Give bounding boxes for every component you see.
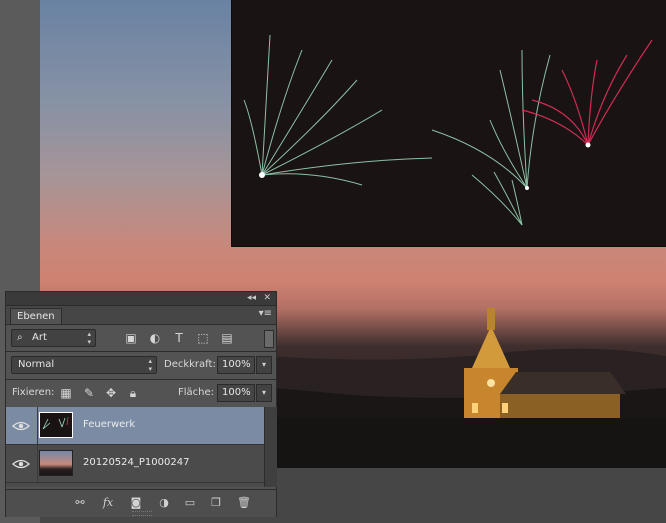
link-icon[interactable]: ⚯ xyxy=(72,496,88,510)
fill-label: Fläche: xyxy=(178,387,215,398)
layer-list-scrollbar[interactable] xyxy=(264,407,277,487)
search-icon: ⌕ xyxy=(17,332,23,343)
layer-row-feuerwerk[interactable]: Feuerwerk xyxy=(6,407,264,445)
new-layer-icon[interactable]: ❐ xyxy=(208,496,224,510)
layer-row-background-photo[interactable]: 20120524_P1000247 xyxy=(6,445,264,483)
lock-brush-icon[interactable]: ✎ xyxy=(82,386,96,400)
filter-toggle-switch[interactable] xyxy=(264,330,274,348)
opacity-label: Deckkraft: xyxy=(164,359,216,370)
filter-kind-label: Art xyxy=(32,332,47,343)
layer-name: Feuerwerk xyxy=(83,419,136,430)
collapse-panel-icon[interactable]: ◂◂ xyxy=(247,292,256,305)
smart-object-filter-icon[interactable]: ▤ xyxy=(220,331,234,345)
layers-bottom-toolbar: ⚯ fx ◙ ◑ ▭ ❐ 🗑︎ xyxy=(6,489,276,517)
panel-titlebar[interactable]: ◂◂ ✕ xyxy=(6,292,276,306)
blend-mode-dropdown[interactable]: Normal ▴ ▾ xyxy=(11,356,157,374)
layer-name: 20120524_P1000247 xyxy=(83,457,190,468)
opacity-input[interactable]: 100% xyxy=(217,356,255,374)
resize-grip[interactable] xyxy=(132,511,152,516)
layer-list: Feuerwerk 20120524_P1000247 xyxy=(6,407,264,487)
panel-menu-icon[interactable]: ▾≡ xyxy=(259,308,272,319)
lock-row: Fixieren: ▦ ✎ ✥ 🔒︎ Fläche: 100% ▾ xyxy=(6,380,276,406)
shape-filter-icon[interactable]: ⬚ xyxy=(196,331,210,345)
filter-kind-dropdown[interactable]: ⌕ Art ▴ ▾ xyxy=(11,329,96,347)
eye-icon[interactable] xyxy=(12,457,30,471)
layers-panel: ◂◂ ✕ Ebenen ▾≡ ⌕ Art ▴ ▾ ▣ ◐ T ⬚ ▤ Normal… xyxy=(5,291,277,517)
eye-icon[interactable] xyxy=(12,419,30,433)
fill-input[interactable]: 100% xyxy=(217,384,255,402)
fill-slider-toggle[interactable]: ▾ xyxy=(256,384,272,402)
lock-transparent-icon[interactable]: ▦ xyxy=(59,386,73,400)
blend-row: Normal ▴ ▾ Deckkraft: 100% ▾ xyxy=(6,352,276,378)
layer-thumbnail xyxy=(39,412,73,438)
panel-tabbar: Ebenen ▾≡ xyxy=(6,306,276,325)
dropdown-arrows-icon: ▴ ▾ xyxy=(148,357,152,373)
opacity-slider-toggle[interactable]: ▾ xyxy=(256,356,272,374)
image-filter-icon[interactable]: ▣ xyxy=(124,331,138,345)
fireworks-layer-image xyxy=(232,0,666,246)
group-folder-icon[interactable]: ▭ xyxy=(182,496,198,510)
trash-icon[interactable]: 🗑︎ xyxy=(236,496,252,510)
mask-icon[interactable]: ◙ xyxy=(128,496,144,510)
close-panel-icon[interactable]: ✕ xyxy=(263,292,271,305)
lock-all-icon[interactable]: 🔒︎ xyxy=(126,386,140,400)
fireworks-graphic xyxy=(243,34,653,226)
adjustment-layer-icon[interactable]: ◑ xyxy=(156,496,172,510)
adjustment-filter-icon[interactable]: ◐ xyxy=(148,331,162,345)
type-filter-icon[interactable]: T xyxy=(172,331,186,345)
filter-row: ⌕ Art ▴ ▾ ▣ ◐ T ⬚ ▤ xyxy=(6,325,276,351)
layer-thumbnail xyxy=(39,450,73,476)
blend-mode-value: Normal xyxy=(18,359,55,370)
lock-label: Fixieren: xyxy=(12,387,55,398)
lock-move-icon[interactable]: ✥ xyxy=(104,386,118,400)
dropdown-arrows-icon: ▴ ▾ xyxy=(87,330,91,346)
tab-layers[interactable]: Ebenen xyxy=(10,308,62,324)
fx-icon[interactable]: fx xyxy=(100,496,116,510)
